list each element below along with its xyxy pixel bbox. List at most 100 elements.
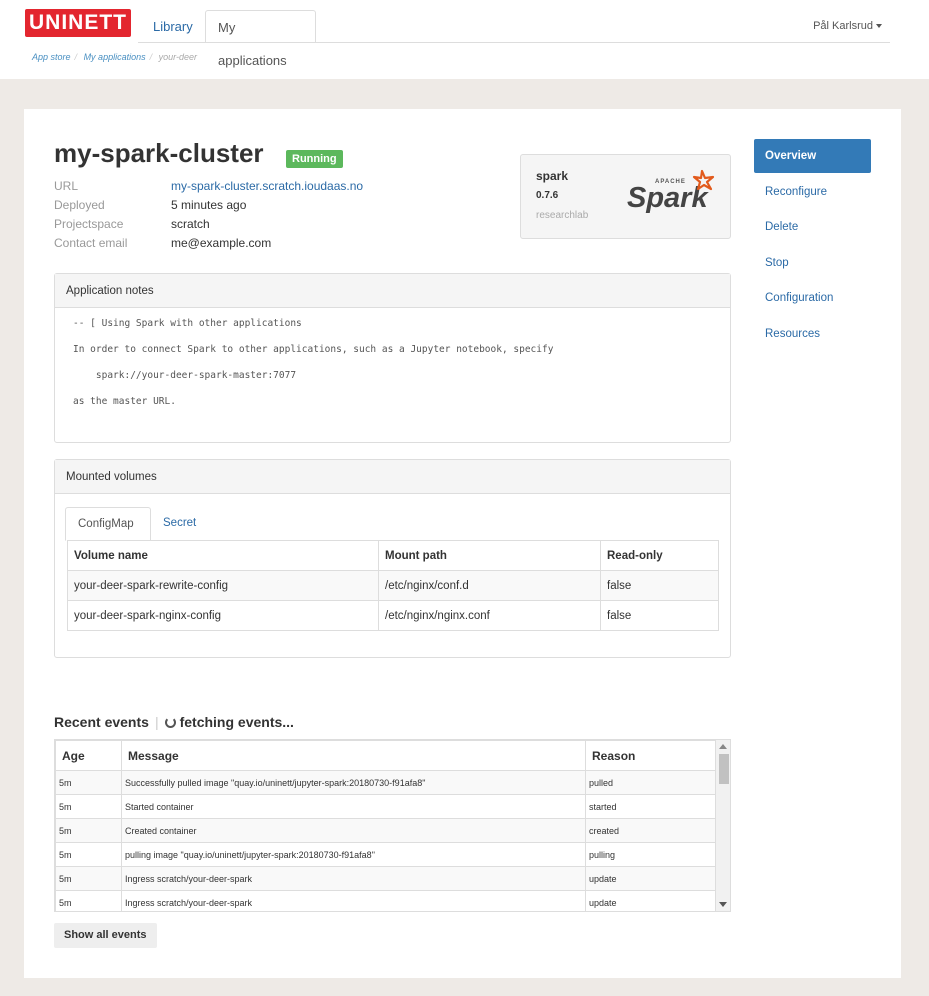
events-table-container[interactable]: Age Message Reason 5m Successfully pulled… [54,739,731,912]
table-row: 5m Ingress scratch/your-deer-spark update [55,866,716,891]
uninett-logo[interactable]: UNINETT [25,9,131,37]
package-card[interactable]: spark 0.7.6 researchlab APACHE Spark [520,154,731,239]
event-age: 5m [55,818,122,843]
spark-logo-icon: APACHE Spark [627,169,715,214]
event-message: Started container [121,794,586,819]
event-age: 5m [55,890,122,911]
read-only: false [600,600,719,631]
mount-path: /etc/nginx/nginx.conf [378,600,601,631]
mounted-volumes-heading: Mounted volumes [55,460,730,494]
breadcrumb-separator: / [74,52,78,62]
loading-spinner-icon [164,717,176,728]
status-badge: Running [286,150,343,168]
detail-label-projectspace: Projectspace [54,217,124,231]
application-notes-body: -- [ Using Spark with other applications… [55,308,730,428]
event-reason: update [585,890,716,911]
application-notes-panel: Application notes -- [ Using Spark with … [54,273,731,443]
event-message: Ingress scratch/your-deer-spark [121,866,586,891]
notes-line: In order to connect Spark to other appli… [73,344,554,355]
event-reason: created [585,818,716,843]
detail-label-contact: Contact email [54,236,128,250]
event-message: Ingress scratch/your-deer-spark [121,890,586,911]
read-only: false [600,570,719,601]
event-reason: pulling [585,842,716,867]
recent-events-label: Recent events [54,714,149,730]
page-title: my-spark-cluster [54,138,264,168]
package-repo: researchlab [536,210,589,221]
event-reason: pulled [585,770,716,795]
nav-divider [138,42,890,43]
volume-name: your-deer-spark-nginx-config [67,600,379,631]
column-header[interactable]: Age [55,740,122,771]
mount-path: /etc/nginx/conf.d [378,570,601,601]
tab-secret[interactable]: Secret [151,507,208,541]
table-row: 5m Successfully pulled image "quay.io/uni… [55,770,716,795]
tab-configmap[interactable]: ConfigMap [65,507,151,541]
tab-library[interactable]: Library [141,10,205,43]
caret-down-icon [876,24,882,29]
package-version: 0.7.6 [536,190,559,201]
volume-tabs: ConfigMap Secret [65,507,719,541]
column-header[interactable]: Reason [585,740,716,771]
scrollbar-thumb[interactable] [719,754,729,784]
table-row: 5m Ingress scratch/your-deer-spark update [55,890,716,911]
breadcrumb: App store / My applications / your-deer [32,52,197,62]
app-side-nav: Overview Reconfigure Delete Stop Configu… [754,139,871,352]
detail-label-deployed: Deployed [54,198,105,212]
notes-line: spark://your-deer-spark-master:7077 [73,370,297,381]
scroll-up-icon[interactable] [719,744,727,749]
fetching-events-label: fetching events... [179,714,294,730]
nav-delete[interactable]: Delete [754,210,871,246]
breadcrumb-current: your-deer [158,52,197,62]
table-row: your-deer-spark-rewrite-config /etc/ngin… [67,570,719,601]
user-menu[interactable]: Pål Karlsrud [813,20,882,32]
tab-my-applications[interactable]: My applications [205,10,316,68]
package-name: spark [536,169,569,183]
application-panel: my-spark-cluster Running URL my-spark-clu… [24,109,901,978]
detail-label-url: URL [54,179,79,193]
event-reason: update [585,866,716,891]
mounted-volumes-panel: Mounted volumes ConfigMap Secret Volume … [54,459,731,658]
events-scrollbar[interactable] [716,740,730,911]
table-row: your-deer-spark-nginx-config /etc/nginx/… [67,600,719,631]
user-name: Pål Karlsrud [813,20,873,32]
table-row: 5m Started container started [55,794,716,819]
notes-line: as the master URL. [73,396,176,407]
column-header[interactable]: Message [121,740,586,771]
event-reason: started [585,794,716,819]
top-navbar: UNINETT Library My applications Pål Karl… [0,0,929,79]
breadcrumb-my-applications[interactable]: My applications [84,52,146,62]
column-header[interactable]: Volume name [67,540,379,571]
nav-stop[interactable]: Stop [754,246,871,282]
notes-line: -- [ Using Spark with other applications [73,318,302,329]
deployed-value: 5 minutes ago [171,198,247,212]
event-message: Successfully pulled image "quay.io/unine… [121,770,586,795]
nav-resources[interactable]: Resources [754,317,871,353]
column-header[interactable]: Read-only [600,540,719,571]
event-age: 5m [55,794,122,819]
event-message: pulling image "quay.io/uninett/jupyter-s… [121,842,586,867]
heading-separator: | [154,714,159,730]
breadcrumb-app-store[interactable]: App store [32,52,71,62]
show-all-events-button[interactable]: Show all events [54,923,157,948]
breadcrumb-separator: / [149,52,153,62]
scroll-down-icon[interactable] [719,902,727,907]
event-age: 5m [55,866,122,891]
volume-name: your-deer-spark-rewrite-config [67,570,379,601]
nav-reconfigure[interactable]: Reconfigure [754,175,871,211]
projectspace-value: scratch [171,217,210,231]
volumes-table: Volume name Mount path Read-only your-de… [67,540,719,631]
events-table: Age Message Reason 5m Successfully pulled… [55,740,716,911]
event-age: 5m [55,770,122,795]
spark-logo-word: Spark [627,182,709,214]
nav-overview[interactable]: Overview [754,139,871,173]
event-age: 5m [55,842,122,867]
table-row: 5m pulling image "quay.io/uninett/jupyter… [55,842,716,867]
event-message: Created container [121,818,586,843]
nav-configuration[interactable]: Configuration [754,281,871,317]
column-header[interactable]: Mount path [378,540,601,571]
recent-events-heading: Recent events | fetching events... [54,714,294,730]
application-notes-heading: Application notes [55,274,730,308]
contact-email-value: me@example.com [171,236,272,250]
app-url-link[interactable]: my-spark-cluster.scratch.ioudaas.no [171,179,363,194]
